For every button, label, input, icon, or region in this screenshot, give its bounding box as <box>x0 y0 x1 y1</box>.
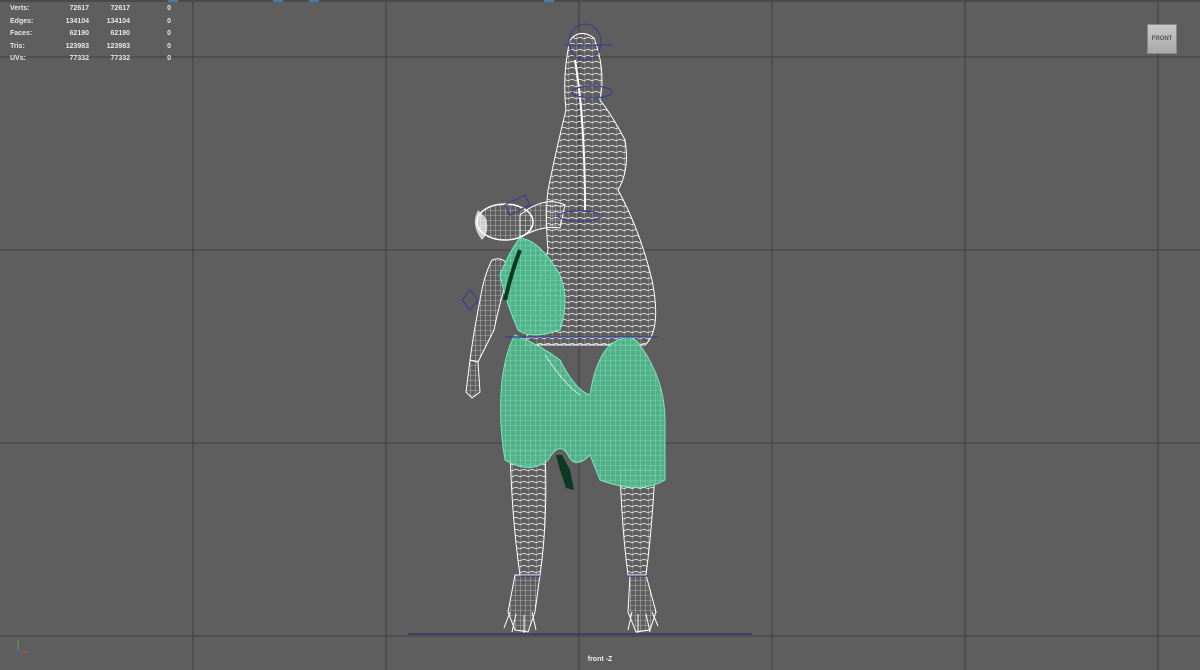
hud-row-tris: Tris: 123983 123983 0 <box>10 41 171 54</box>
hud-value: 134104 <box>65 17 89 25</box>
hud-row-faces: Faces: 62190 62190 0 <box>10 28 171 41</box>
hud-label: Edges: <box>10 17 34 25</box>
view-cube-label: FRONT <box>1151 36 1173 42</box>
hud-value: 0 <box>167 5 171 12</box>
hud-value: 0 <box>167 30 171 37</box>
hud-value: 0 <box>167 42 171 50</box>
hud-value: 0 <box>167 17 171 25</box>
camera-name-label: front -Z <box>587 656 613 663</box>
hud-value: 123983 <box>65 42 89 50</box>
hud-value: 62190 <box>110 30 130 37</box>
hud-row-edges: Edges: 134104 134104 0 <box>10 16 171 29</box>
hud-label: Faces: <box>10 30 33 37</box>
hud-label: UVs: <box>10 55 26 62</box>
top-toolbar-strip <box>0 0 1200 2</box>
hud-row-uvs: UVs: 77332 77332 0 <box>10 53 171 66</box>
hud-value: 72617 <box>69 5 89 12</box>
poly-count-hud: Verts: 72617 72617 0 Edges: 134104 13410… <box>10 3 171 66</box>
hud-value: 72617 <box>110 5 130 12</box>
hud-value: 0 <box>167 55 171 62</box>
hud-value: 77332 <box>110 55 130 62</box>
front-viewport[interactable]: Verts: 72617 72617 0 Edges: 134104 13410… <box>0 0 1200 670</box>
hud-value: 123983 <box>106 42 130 50</box>
hud-label: Tris: <box>10 42 25 50</box>
hud-value: 134104 <box>106 17 130 25</box>
axis-gizmo-icon <box>16 640 28 654</box>
hud-row-verts: Verts: 72617 72617 0 <box>10 3 171 16</box>
view-cube-icon[interactable]: FRONT <box>1147 24 1177 54</box>
character-mesh[interactable] <box>465 33 659 633</box>
hud-value: 62190 <box>69 30 89 37</box>
hud-value: 77332 <box>69 55 89 62</box>
viewport-canvas[interactable] <box>0 0 1200 670</box>
hud-label: Verts: <box>10 5 30 12</box>
